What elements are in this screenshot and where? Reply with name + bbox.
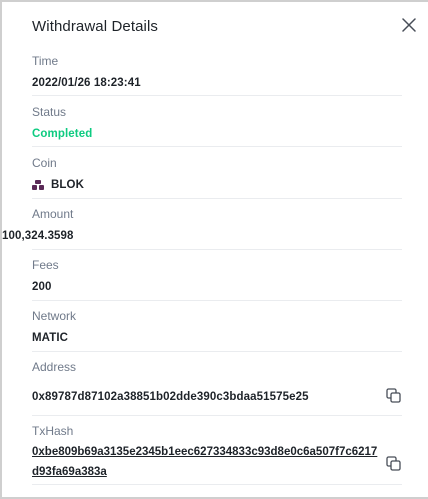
status-field: Status Completed [32,105,402,141]
status-value: Completed [32,128,93,140]
txhash-field: TxHash 0xbe809b69a3135e2345b1eec62733483… [32,424,402,482]
close-icon [402,18,416,32]
amount-label: Amount [32,207,74,221]
txhash-label: TxHash [32,424,74,438]
network-label: Network [32,309,77,323]
copy-icon [385,455,401,471]
close-button[interactable] [398,14,420,36]
coin-label: Coin [32,156,57,170]
fees-label: Fees [32,258,59,272]
status-label: Status [32,105,67,119]
copy-address-button[interactable] [384,386,402,404]
copy-icon [385,387,401,403]
network-field: Network MATIC [32,309,402,345]
fees-field: Fees 200 [32,258,402,294]
divider [32,484,402,485]
coin-value-row: BLOK [32,178,402,192]
address-field: Address 0x89787d87102a38851b02dde390c3bd… [32,360,402,404]
coin-value: BLOK [51,179,84,191]
fees-value: 200 [32,281,52,293]
coin-field: Coin BLOK [32,156,402,192]
time-value: 2022/01/26 18:23:41 [32,77,141,89]
copy-txhash-button[interactable] [384,454,402,472]
address-value: 0x89787d87102a38851b02dde390c3bdaa51575e… [32,391,309,403]
amount-value: 100,324.3598 [2,230,74,242]
divider [32,415,402,416]
amount-field: Amount 100,324.3598 [2,207,372,243]
time-field: Time 2022/01/26 18:23:41 [32,54,402,90]
txhash-link[interactable]: 0xbe809b69a3135e2345b1eec627334833c93d8e… [32,442,382,482]
time-label: Time [32,54,59,68]
divider [32,146,402,147]
withdrawal-details-panel: Withdrawal Details Time 2022/01/26 18:23… [0,0,428,499]
divider [32,300,402,301]
network-value: MATIC [32,332,69,344]
divider [32,198,402,199]
divider [32,95,402,96]
blok-coin-icon [32,180,44,190]
divider [32,351,402,352]
address-label: Address [32,360,77,374]
panel-title: Withdrawal Details [32,18,159,35]
divider [32,249,402,250]
